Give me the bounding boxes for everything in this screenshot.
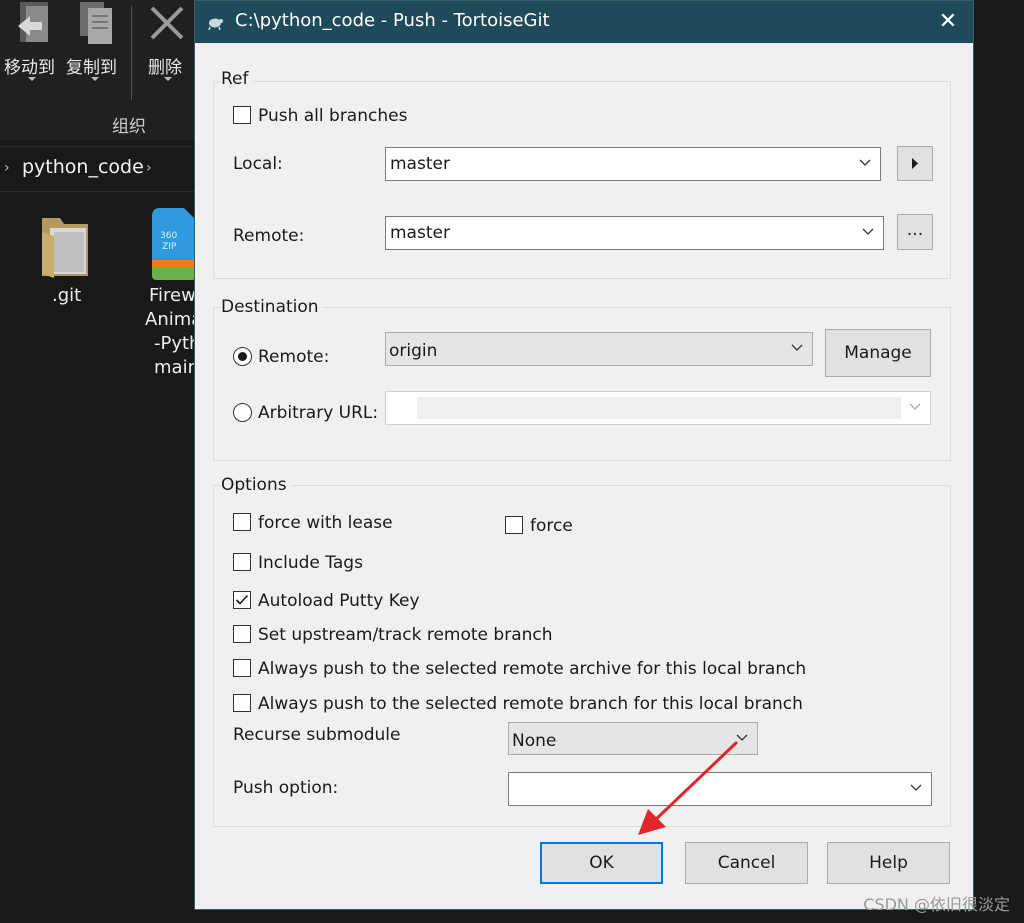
cancel-button[interactable]: Cancel	[685, 842, 808, 884]
local-branch-value: master	[390, 154, 450, 174]
recurse-submodule-label: Recurse submodule	[233, 725, 401, 745]
set-upstream-checkbox[interactable]	[233, 625, 251, 643]
autoload-putty-label[interactable]: Autoload Putty Key	[258, 591, 420, 611]
recurse-submodule-value: None	[512, 731, 557, 751]
set-upstream-label[interactable]: Set upstream/track remote branch	[258, 625, 553, 645]
include-tags-checkbox[interactable]	[233, 553, 251, 571]
always-push-archive-checkbox[interactable]	[233, 659, 251, 677]
copy-to-icon	[80, 2, 112, 44]
copy-to-button[interactable]: 复制到	[66, 53, 117, 78]
remote-radio[interactable]	[233, 347, 252, 366]
close-icon: ✕	[938, 9, 958, 34]
options-group-label: Options	[221, 475, 291, 495]
play-arrow-icon	[912, 158, 918, 169]
copy-to-dropdown-icon	[91, 77, 99, 81]
dialog-title: C:\python_code - Push - TortoiseGit	[235, 10, 550, 31]
include-tags-label[interactable]: Include Tags	[258, 553, 363, 573]
force-checkbox[interactable]	[505, 516, 523, 534]
ok-button[interactable]: OK	[540, 842, 663, 884]
browse-remote-branch-button[interactable]: ...	[897, 214, 933, 250]
remote-value: origin	[389, 341, 438, 361]
push-dialog: C:\python_code - Push - TortoiseGit ✕ Re…	[194, 0, 974, 910]
destination-group-label: Destination	[221, 297, 323, 317]
chevron-down-icon	[791, 344, 803, 351]
help-button[interactable]: Help	[827, 842, 950, 884]
force-label[interactable]: force	[530, 516, 573, 536]
chevron-down-icon	[909, 403, 921, 410]
check-icon	[235, 594, 249, 605]
svg-text:ZIP: ZIP	[162, 242, 177, 252]
zip-archive-icon[interactable]: 360 ZIP	[152, 208, 196, 282]
remote-radio-label[interactable]: Remote:	[258, 347, 329, 367]
svg-text:360: 360	[160, 231, 177, 241]
always-push-branch-checkbox[interactable]	[233, 694, 251, 712]
push-all-branches-checkbox[interactable]	[233, 106, 251, 124]
watermark: CSDN @依旧很淡定	[863, 895, 1010, 914]
push-option-label: Push option:	[233, 778, 339, 798]
move-to-button[interactable]: 移动到	[4, 53, 55, 78]
close-button[interactable]: ✕	[931, 7, 965, 37]
url-input-area	[417, 397, 901, 419]
force-with-lease-label[interactable]: force with lease	[258, 513, 393, 533]
remote-branch-label: Remote:	[233, 226, 305, 246]
arbitrary-url-radio[interactable]	[233, 403, 252, 422]
radio-selected-dot	[238, 352, 247, 361]
remote-branch-combo[interactable]: master	[385, 216, 884, 250]
file-name-line[interactable]: Firew	[149, 284, 196, 308]
chevron-down-icon	[862, 228, 874, 235]
chevron-down-icon	[910, 784, 922, 791]
delete-icon	[150, 6, 184, 40]
push-all-branches-label[interactable]: Push all branches	[258, 106, 407, 126]
file-name-line[interactable]: main	[154, 356, 199, 380]
autoload-putty-checkbox[interactable]	[233, 591, 251, 609]
file-name-git[interactable]: .git	[52, 284, 81, 308]
chevron-down-icon	[859, 159, 871, 166]
always-push-branch-label[interactable]: Always push to the selected remote branc…	[258, 694, 803, 714]
remote-combo[interactable]: origin	[385, 332, 813, 366]
delete-button[interactable]: 删除	[148, 53, 182, 78]
address-chevron-icon[interactable]: ›	[4, 160, 10, 176]
annotation-arrow-icon	[638, 741, 738, 835]
always-push-archive-label[interactable]: Always push to the selected remote archi…	[258, 659, 806, 679]
tortoisegit-icon	[208, 18, 223, 31]
ribbon-separator	[131, 6, 132, 100]
delete-dropdown-icon	[164, 77, 172, 81]
force-with-lease-checkbox[interactable]	[233, 513, 251, 531]
arbitrary-url-label[interactable]: Arbitrary URL:	[258, 403, 378, 423]
folder-icon[interactable]	[40, 214, 90, 280]
local-branch-combo[interactable]: master	[385, 147, 881, 181]
address-chevron-right-icon[interactable]: ›	[146, 160, 152, 176]
ref-group-label: Ref	[221, 69, 253, 89]
address-folder[interactable]: python_code	[22, 156, 144, 178]
manage-button[interactable]: Manage	[825, 329, 931, 377]
arbitrary-url-combo[interactable]	[385, 391, 931, 425]
move-to-dropdown-icon	[28, 77, 36, 81]
ribbon-group-label: 组织	[112, 117, 146, 137]
local-label: Local:	[233, 154, 283, 174]
remote-branch-value: master	[390, 223, 450, 243]
move-to-icon	[18, 2, 48, 42]
local-branch-menu-button[interactable]	[897, 146, 933, 181]
